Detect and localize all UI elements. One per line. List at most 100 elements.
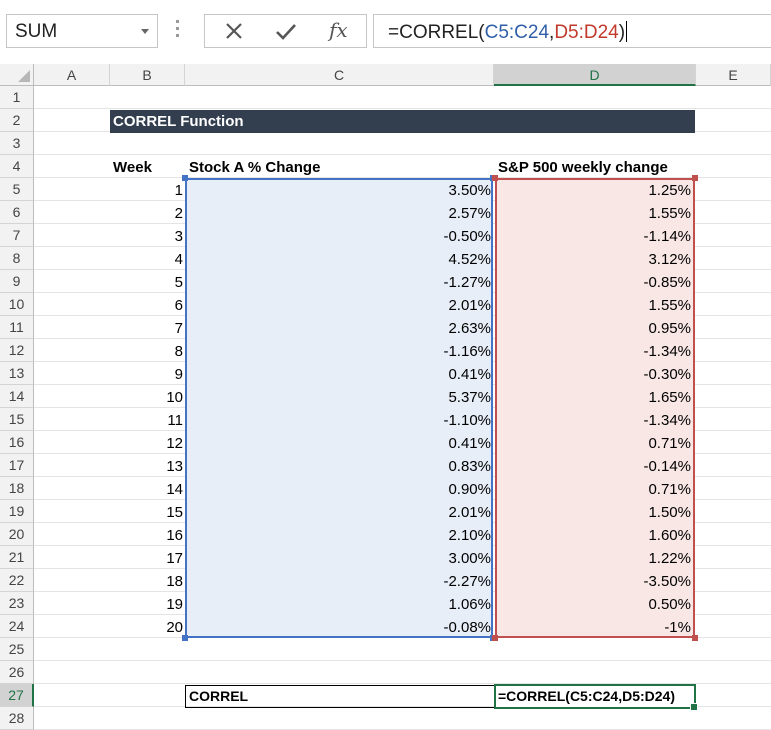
row-header[interactable]: 28 bbox=[0, 707, 34, 730]
week-cell[interactable]: 20 bbox=[110, 616, 183, 639]
week-cell[interactable]: 17 bbox=[110, 547, 183, 570]
sp500-cell[interactable]: 0.71% bbox=[495, 478, 691, 501]
stock-a-cell[interactable]: -0.50% bbox=[185, 225, 491, 248]
row-header[interactable]: 3 bbox=[0, 132, 34, 155]
sp500-cell[interactable]: -3.50% bbox=[495, 570, 691, 593]
stock-a-cell[interactable]: 0.83% bbox=[185, 455, 491, 478]
stock-a-cell[interactable]: -1.10% bbox=[185, 409, 491, 432]
sp500-cell[interactable]: -0.14% bbox=[495, 455, 691, 478]
row-header[interactable]: 27 bbox=[0, 684, 34, 707]
row-header[interactable]: 12 bbox=[0, 339, 34, 362]
row-header[interactable]: 25 bbox=[0, 638, 34, 661]
stock-a-cell[interactable]: 5.37% bbox=[185, 386, 491, 409]
sp500-cell[interactable]: 1.25% bbox=[495, 179, 691, 202]
row-header[interactable]: 15 bbox=[0, 408, 34, 431]
row-header[interactable]: 10 bbox=[0, 293, 34, 316]
sp500-cell[interactable]: -1.34% bbox=[495, 409, 691, 432]
row-header[interactable]: 18 bbox=[0, 477, 34, 500]
stock-a-cell[interactable]: 4.52% bbox=[185, 248, 491, 271]
row-header[interactable]: 6 bbox=[0, 201, 34, 224]
week-cell[interactable]: 4 bbox=[110, 248, 183, 271]
range-d-handle[interactable] bbox=[692, 635, 698, 641]
week-cell[interactable]: 5 bbox=[110, 271, 183, 294]
sp500-cell[interactable]: 1.55% bbox=[495, 294, 691, 317]
row-header[interactable]: 11 bbox=[0, 316, 34, 339]
column-header-e[interactable]: E bbox=[696, 64, 771, 86]
row-header[interactable]: 2 bbox=[0, 109, 34, 132]
row-header[interactable]: 17 bbox=[0, 454, 34, 477]
sp500-cell[interactable]: 3.12% bbox=[495, 248, 691, 271]
sp500-cell[interactable]: 0.50% bbox=[495, 593, 691, 616]
sp500-cell[interactable]: -1.34% bbox=[495, 340, 691, 363]
sp500-cell[interactable]: -1.14% bbox=[495, 225, 691, 248]
row-header[interactable]: 16 bbox=[0, 431, 34, 454]
row-header[interactable]: 19 bbox=[0, 500, 34, 523]
column-header-c[interactable]: C bbox=[185, 64, 494, 86]
correl-label-cell[interactable]: CORREL bbox=[185, 685, 495, 708]
sp500-cell[interactable]: 1.50% bbox=[495, 501, 691, 524]
stock-a-cell[interactable]: 2.63% bbox=[185, 317, 491, 340]
sp500-cell[interactable]: 1.55% bbox=[495, 202, 691, 225]
name-box[interactable]: SUM bbox=[6, 14, 158, 48]
row-header[interactable]: 22 bbox=[0, 569, 34, 592]
row-header[interactable]: 24 bbox=[0, 615, 34, 638]
sp500-cell[interactable]: 1.60% bbox=[495, 524, 691, 547]
stock-a-cell[interactable]: -0.08% bbox=[185, 616, 491, 639]
week-cell[interactable]: 9 bbox=[110, 363, 183, 386]
stock-a-cell[interactable]: 0.90% bbox=[185, 478, 491, 501]
week-cell[interactable]: 18 bbox=[110, 570, 183, 593]
week-cell[interactable]: 2 bbox=[110, 202, 183, 225]
column-header-b[interactable]: B bbox=[110, 64, 185, 86]
stock-a-cell[interactable]: -2.27% bbox=[185, 570, 491, 593]
week-cell[interactable]: 10 bbox=[110, 386, 183, 409]
week-cell[interactable]: 19 bbox=[110, 593, 183, 616]
week-cell[interactable]: 13 bbox=[110, 455, 183, 478]
insert-function-icon[interactable]: fx bbox=[329, 18, 348, 42]
row-header[interactable]: 26 bbox=[0, 661, 34, 684]
column-header-d[interactable]: D bbox=[494, 64, 696, 86]
stock-a-cell[interactable]: 2.01% bbox=[185, 501, 491, 524]
stock-a-cell[interactable]: -1.16% bbox=[185, 340, 491, 363]
sp500-cell[interactable]: 1.22% bbox=[495, 547, 691, 570]
week-cell[interactable]: 16 bbox=[110, 524, 183, 547]
row-header[interactable]: 23 bbox=[0, 592, 34, 615]
stock-a-cell[interactable]: 1.06% bbox=[185, 593, 491, 616]
formula-input[interactable]: =CORREL(C5:C24,D5:D24) bbox=[373, 14, 771, 48]
active-cell-d27[interactable]: =CORREL(C5:C24,D5:D24) bbox=[494, 684, 698, 711]
stock-a-cell[interactable]: 0.41% bbox=[185, 363, 491, 386]
range-d-handle[interactable] bbox=[692, 175, 698, 181]
stock-a-cell[interactable]: 2.10% bbox=[185, 524, 491, 547]
stock-a-cell[interactable]: 2.57% bbox=[185, 202, 491, 225]
dropdown-arrow-icon[interactable] bbox=[141, 29, 149, 34]
select-all-button[interactable] bbox=[0, 64, 34, 86]
stock-a-cell[interactable]: -1.27% bbox=[185, 271, 491, 294]
sp500-cell[interactable]: -1% bbox=[495, 616, 691, 639]
row-header[interactable]: 21 bbox=[0, 546, 34, 569]
sp500-cell[interactable]: -0.30% bbox=[495, 363, 691, 386]
row-header[interactable]: 4 bbox=[0, 155, 34, 178]
sp500-cell[interactable]: 1.65% bbox=[495, 386, 691, 409]
column-header-a[interactable]: A bbox=[34, 64, 110, 86]
row-header[interactable]: 20 bbox=[0, 523, 34, 546]
row-header[interactable]: 14 bbox=[0, 385, 34, 408]
stock-a-cell[interactable]: 3.50% bbox=[185, 179, 491, 202]
week-cell[interactable]: 8 bbox=[110, 340, 183, 363]
row-header[interactable]: 13 bbox=[0, 362, 34, 385]
week-cell[interactable]: 3 bbox=[110, 225, 183, 248]
row-header[interactable]: 1 bbox=[0, 86, 34, 109]
week-cell[interactable]: 14 bbox=[110, 478, 183, 501]
row-header[interactable]: 7 bbox=[0, 224, 34, 247]
week-cell[interactable]: 1 bbox=[110, 179, 183, 202]
row-header[interactable]: 5 bbox=[0, 178, 34, 201]
stock-a-cell[interactable]: 2.01% bbox=[185, 294, 491, 317]
week-cell[interactable]: 7 bbox=[110, 317, 183, 340]
stock-a-cell[interactable]: 3.00% bbox=[185, 547, 491, 570]
cancel-icon[interactable] bbox=[219, 19, 249, 45]
week-cell[interactable]: 11 bbox=[110, 409, 183, 432]
stock-a-cell[interactable]: 0.41% bbox=[185, 432, 491, 455]
sp500-cell[interactable]: 0.71% bbox=[495, 432, 691, 455]
splitter-handle[interactable] bbox=[176, 20, 180, 40]
enter-check-icon[interactable] bbox=[271, 19, 301, 45]
week-cell[interactable]: 12 bbox=[110, 432, 183, 455]
week-cell[interactable]: 15 bbox=[110, 501, 183, 524]
